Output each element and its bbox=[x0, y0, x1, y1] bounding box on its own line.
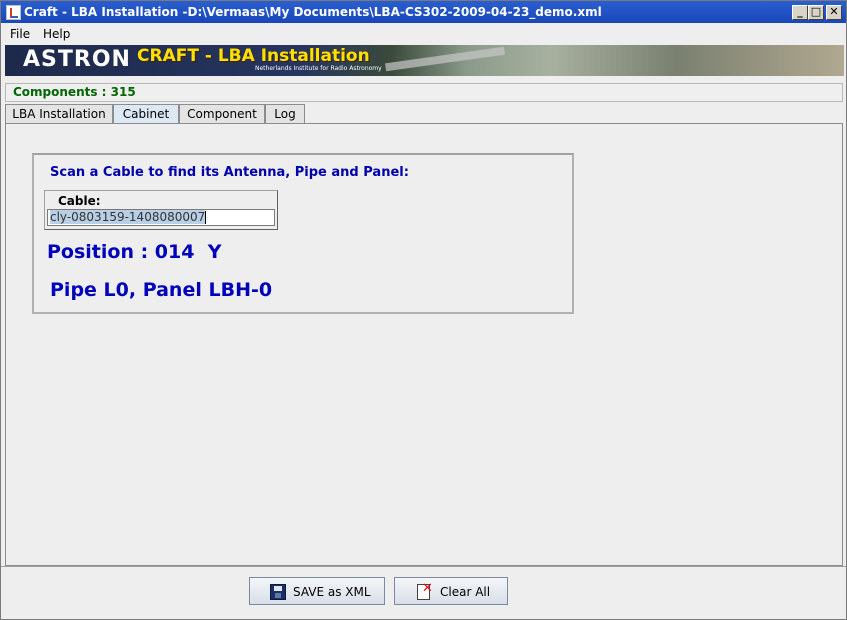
app-window: Craft - LBA Installation -D:\Vermaas\My … bbox=[0, 0, 847, 620]
window-title: Craft - LBA Installation -D:\Vermaas\My … bbox=[24, 5, 602, 19]
cable-input[interactable]: cly-0803159-1408080007 bbox=[47, 209, 275, 226]
title-bar[interactable]: Craft - LBA Installation -D:\Vermaas\My … bbox=[1, 1, 846, 23]
save-xml-label: SAVE as XML bbox=[293, 585, 371, 599]
tab-cabinet[interactable]: Cabinet bbox=[113, 104, 179, 125]
cable-input-value: cly-0803159-1408080007 bbox=[50, 210, 206, 224]
banner-subtitle: Netherlands Institute for Radio Astronom… bbox=[255, 65, 382, 72]
scan-cable-group: Scan a Cable to find its Antenna, Pipe a… bbox=[32, 153, 574, 314]
astron-banner: ASTRON CRAFT - LBA Installation Netherla… bbox=[5, 45, 844, 76]
menu-help[interactable]: Help bbox=[43, 27, 70, 41]
tab-component[interactable]: Component bbox=[179, 104, 265, 124]
clear-all-label: Clear All bbox=[440, 585, 491, 599]
tab-log[interactable]: Log bbox=[265, 104, 305, 124]
java-app-icon bbox=[6, 5, 21, 20]
clear-document-icon bbox=[417, 581, 433, 600]
components-count: Components : 315 bbox=[13, 85, 136, 99]
scan-cable-heading: Scan a Cable to find its Antenna, Pipe a… bbox=[50, 165, 409, 180]
menu-bar: File Help bbox=[1, 24, 846, 44]
banner-photo bbox=[385, 46, 505, 72]
menu-file[interactable]: File bbox=[10, 27, 30, 41]
button-bar: SAVE as XML Clear All bbox=[1, 566, 846, 619]
pipe-panel-result: Pipe L0, Panel LBH-0 bbox=[50, 279, 273, 301]
status-bar: Components : 315 bbox=[5, 83, 843, 102]
save-xml-button[interactable]: SAVE as XML bbox=[249, 577, 385, 605]
close-button[interactable]: ✕ bbox=[826, 5, 842, 20]
floppy-disk-icon bbox=[270, 584, 286, 600]
cabinet-panel: Scan a Cable to find its Antenna, Pipe a… bbox=[5, 123, 843, 566]
cable-label: Cable: bbox=[58, 194, 101, 208]
cable-field-group: Cable: cly-0803159-1408080007 bbox=[44, 190, 278, 230]
text-caret bbox=[205, 211, 207, 224]
astron-logo: ASTRON bbox=[23, 47, 131, 72]
banner-title: CRAFT - LBA Installation bbox=[137, 46, 370, 66]
maximize-button[interactable]: □ bbox=[808, 5, 824, 20]
tab-lba-installation[interactable]: LBA Installation bbox=[5, 104, 113, 124]
minimize-button[interactable]: _ bbox=[792, 5, 808, 20]
clear-all-button[interactable]: Clear All bbox=[394, 577, 508, 605]
position-result: Position : 014 Y bbox=[47, 241, 222, 263]
